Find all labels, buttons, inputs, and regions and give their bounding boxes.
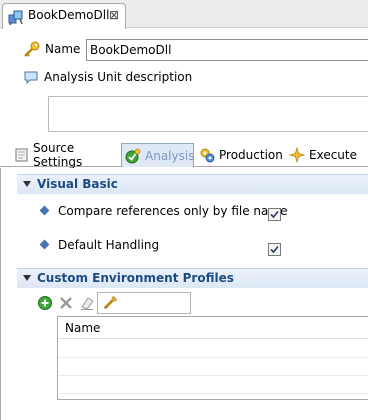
editor-tab-title: BookDemoDll (28, 8, 110, 22)
tab-production-label: Production (219, 148, 283, 162)
name-label: Name (45, 42, 81, 56)
production-icon (199, 147, 215, 163)
profiles-toolbar (37, 292, 197, 314)
tab-execute-label: Execute (309, 148, 357, 162)
description-field[interactable] (48, 96, 368, 132)
analysis-tab-content: Visual Basic Compare references only by … (0, 168, 368, 420)
close-icon[interactable]: ⊠ (109, 8, 119, 22)
bullet-diamond-icon (39, 205, 50, 216)
default-handling-checkbox[interactable] (268, 243, 281, 256)
key-icon (23, 41, 41, 59)
table-header: Name (58, 317, 368, 339)
name-field[interactable] (86, 39, 368, 61)
analysis-icon (125, 148, 141, 164)
editor-tab[interactable]: BookDemoDll ⊠ (2, 3, 126, 29)
compare-references-checkbox[interactable] (268, 208, 281, 221)
option-default-handling-label: Default Handling (58, 238, 160, 252)
collapse-twisty-icon[interactable] (23, 275, 31, 281)
column-header-name[interactable]: Name (65, 321, 100, 335)
option-default-handling: Default Handling (39, 236, 289, 256)
collapse-twisty-icon[interactable] (23, 181, 31, 187)
execute-icon (288, 146, 306, 164)
editor-tab-bar: BookDemoDll ⊠ (0, 0, 368, 29)
table-row-divider (58, 375, 368, 376)
profile-filter-input[interactable] (97, 292, 191, 314)
profiles-table[interactable]: Name (57, 316, 368, 400)
comment-icon (24, 71, 38, 85)
tab-execute[interactable]: Execute (286, 143, 357, 167)
tab-source-settings[interactable]: Source Settings (10, 141, 120, 169)
table-row-divider (58, 393, 368, 394)
visual-basic-title: Visual Basic (37, 177, 118, 191)
property-tabs: Source Settings Analysis Production Exec… (0, 141, 368, 169)
analysis-unit-icon (8, 9, 24, 26)
tab-source-settings-label: Source Settings (33, 141, 83, 169)
table-row-divider (58, 357, 368, 358)
delete-icon[interactable] (58, 295, 74, 311)
bullet-diamond-icon (39, 239, 50, 250)
tab-analysis[interactable]: Analysis (121, 143, 194, 167)
analysis-unit-header: Name Analysis Unit description (0, 29, 368, 142)
tab-production[interactable]: Production (196, 143, 284, 167)
tab-analysis-label: Analysis (145, 148, 195, 163)
description-label: Analysis Unit description (44, 70, 193, 84)
visual-basic-section-header[interactable]: Visual Basic (17, 174, 368, 194)
custom-env-section-header[interactable]: Custom Environment Profiles (17, 268, 368, 288)
custom-env-title: Custom Environment Profiles (37, 271, 234, 285)
source-settings-icon (13, 147, 29, 163)
option-compare-references: Compare references only by file name (39, 202, 289, 222)
clear-icon[interactable] (79, 295, 95, 311)
option-compare-references-label: Compare references only by file name (58, 204, 288, 218)
edit-icon[interactable] (102, 295, 118, 311)
add-icon[interactable] (37, 295, 53, 311)
